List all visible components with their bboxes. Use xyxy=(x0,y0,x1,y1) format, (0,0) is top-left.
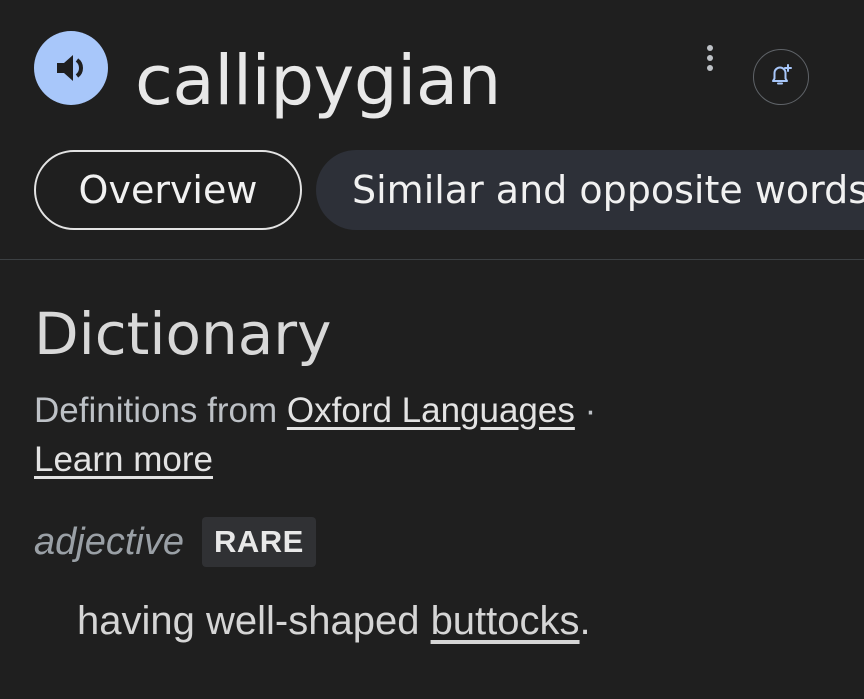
definition-suffix: . xyxy=(579,599,591,643)
more-vert-icon xyxy=(705,43,715,78)
rare-badge: RARE xyxy=(201,517,316,567)
tabs-divider xyxy=(0,259,864,260)
source-prefix: Definitions from xyxy=(34,391,287,430)
learn-more-link[interactable]: Learn more xyxy=(34,435,213,485)
dictionary-card: callipygian Overview Similar and opposit… xyxy=(0,0,864,699)
part-of-speech: adjective xyxy=(34,520,184,563)
create-alert-button[interactable] xyxy=(753,49,809,105)
definition-text: having well-shaped buttocks. xyxy=(77,596,591,646)
definition-prefix: having well-shaped xyxy=(77,599,431,643)
word-title: callipygian xyxy=(135,41,501,121)
part-of-speech-row: adjective RARE xyxy=(34,517,316,567)
more-options-button[interactable] xyxy=(695,43,725,77)
source-attribution: Definitions from Oxford Languages · xyxy=(34,386,834,436)
bell-plus-icon xyxy=(768,62,794,93)
source-suffix: · xyxy=(574,391,597,430)
speaker-icon xyxy=(51,48,91,88)
oxford-languages-link[interactable]: Oxford Languages xyxy=(287,391,575,430)
tab-similar-opposite-words[interactable]: Similar and opposite words xyxy=(316,150,864,230)
buttocks-link[interactable]: buttocks xyxy=(431,599,580,643)
pronounce-button[interactable] xyxy=(34,31,108,105)
tab-overview[interactable]: Overview xyxy=(34,150,302,230)
section-heading: Dictionary xyxy=(34,300,332,368)
